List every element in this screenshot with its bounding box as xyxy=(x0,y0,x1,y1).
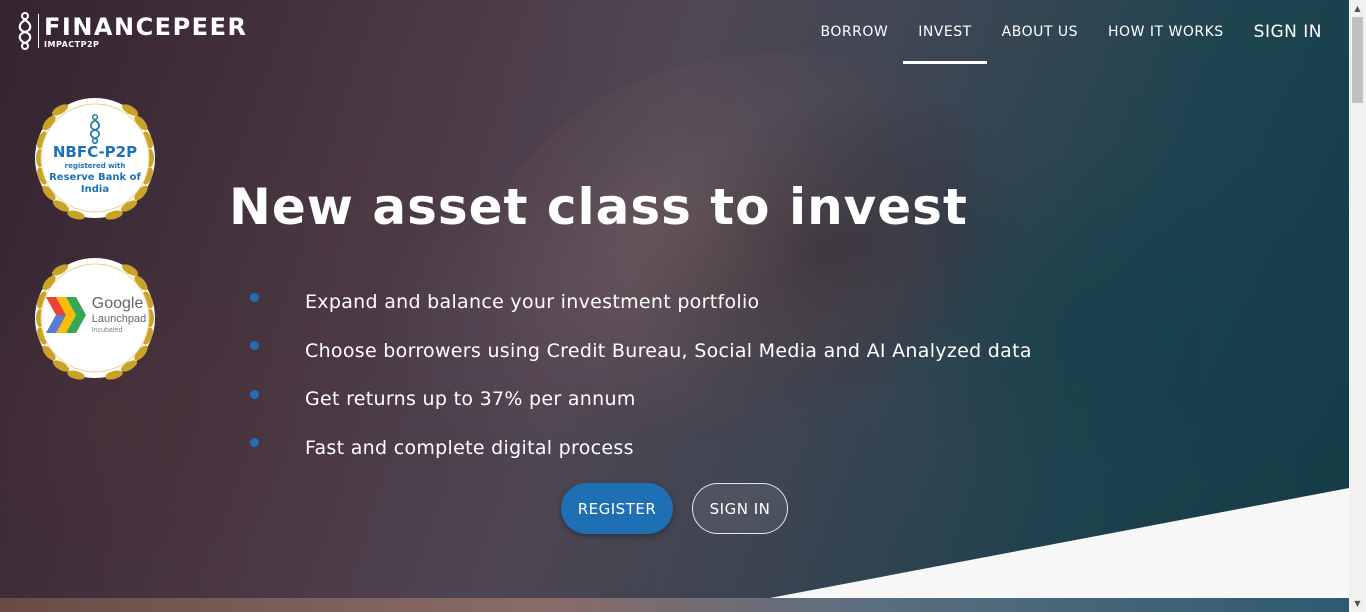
benefit-list: Expand and balance your investment portf… xyxy=(250,278,1032,472)
nbfc-p2p-badge: NBFC-P2P registered with Reserve Bank of… xyxy=(22,90,168,232)
hero-headline: New asset class to invest xyxy=(229,178,968,236)
google-word: Google xyxy=(91,295,144,312)
scrollbar-thumb[interactable] xyxy=(1352,17,1363,103)
bullet-dot-icon xyxy=(250,389,259,399)
benefit-text: Expand and balance your investment portf… xyxy=(305,291,760,314)
nav-invest[interactable]: INVEST xyxy=(903,0,988,64)
register-button[interactable]: REGISTER xyxy=(561,483,673,534)
brand-tagline: IMPACTP2P xyxy=(44,39,100,49)
benefit-item: Choose borrowers using Credit Bureau, So… xyxy=(250,327,1032,376)
bullet-dot-icon xyxy=(250,438,259,448)
nbfc-authority: Reserve Bank of India xyxy=(49,172,141,195)
nav-borrow[interactable]: BORROW xyxy=(821,0,889,64)
nav-how-it-works[interactable]: HOW IT WORKS xyxy=(1108,0,1224,64)
brand-name: FINANCEPEER xyxy=(44,12,248,41)
hero-section: FINANCEPEER IMPACTP2P BORROW INVEST ABOU… xyxy=(0,0,1349,598)
google-launchpad-badge: Google Launchpad Incubated xyxy=(22,250,168,392)
benefit-item: Fast and complete digital process xyxy=(250,424,1032,473)
nbfc-subtitle: registered with xyxy=(64,162,126,170)
financepeer-logo-icon xyxy=(18,12,32,50)
benefit-item: Get returns up to 37% per annum xyxy=(250,375,1032,424)
scroll-up-arrow-icon[interactable]: ▲ xyxy=(1349,0,1366,17)
benefit-text: Choose borrowers using Credit Bureau, So… xyxy=(305,339,1032,362)
benefit-item: Expand and balance your investment portf… xyxy=(250,278,1032,327)
launchpad-chevrons-icon xyxy=(45,297,86,333)
nav-sign-in[interactable]: SIGN IN xyxy=(1254,0,1322,64)
main-nav: BORROW INVEST ABOUT US HOW IT WORKS SIGN… xyxy=(791,0,1333,64)
page-scrollbar[interactable]: ▲ ▼ xyxy=(1349,0,1366,612)
sign-in-button[interactable]: SIGN IN xyxy=(692,483,788,534)
logo-divider xyxy=(38,14,39,48)
bullet-dot-icon xyxy=(250,341,259,351)
benefit-text: Get returns up to 37% per annum xyxy=(305,388,636,411)
benefit-text: Fast and complete digital process xyxy=(305,436,634,459)
launchpad-word: Launchpad xyxy=(91,313,147,325)
financepeer-emblem-icon xyxy=(90,114,100,144)
incubated-word: Incubated xyxy=(91,327,123,334)
next-section-preview xyxy=(0,598,1349,612)
nav-about-us[interactable]: ABOUT US xyxy=(1002,0,1078,64)
bullet-dot-icon xyxy=(250,292,259,302)
nbfc-title: NBFC-P2P xyxy=(52,143,138,161)
brand-logo[interactable]: FINANCEPEER IMPACTP2P xyxy=(16,12,247,50)
scroll-down-arrow-icon[interactable]: ▼ xyxy=(1349,595,1366,612)
